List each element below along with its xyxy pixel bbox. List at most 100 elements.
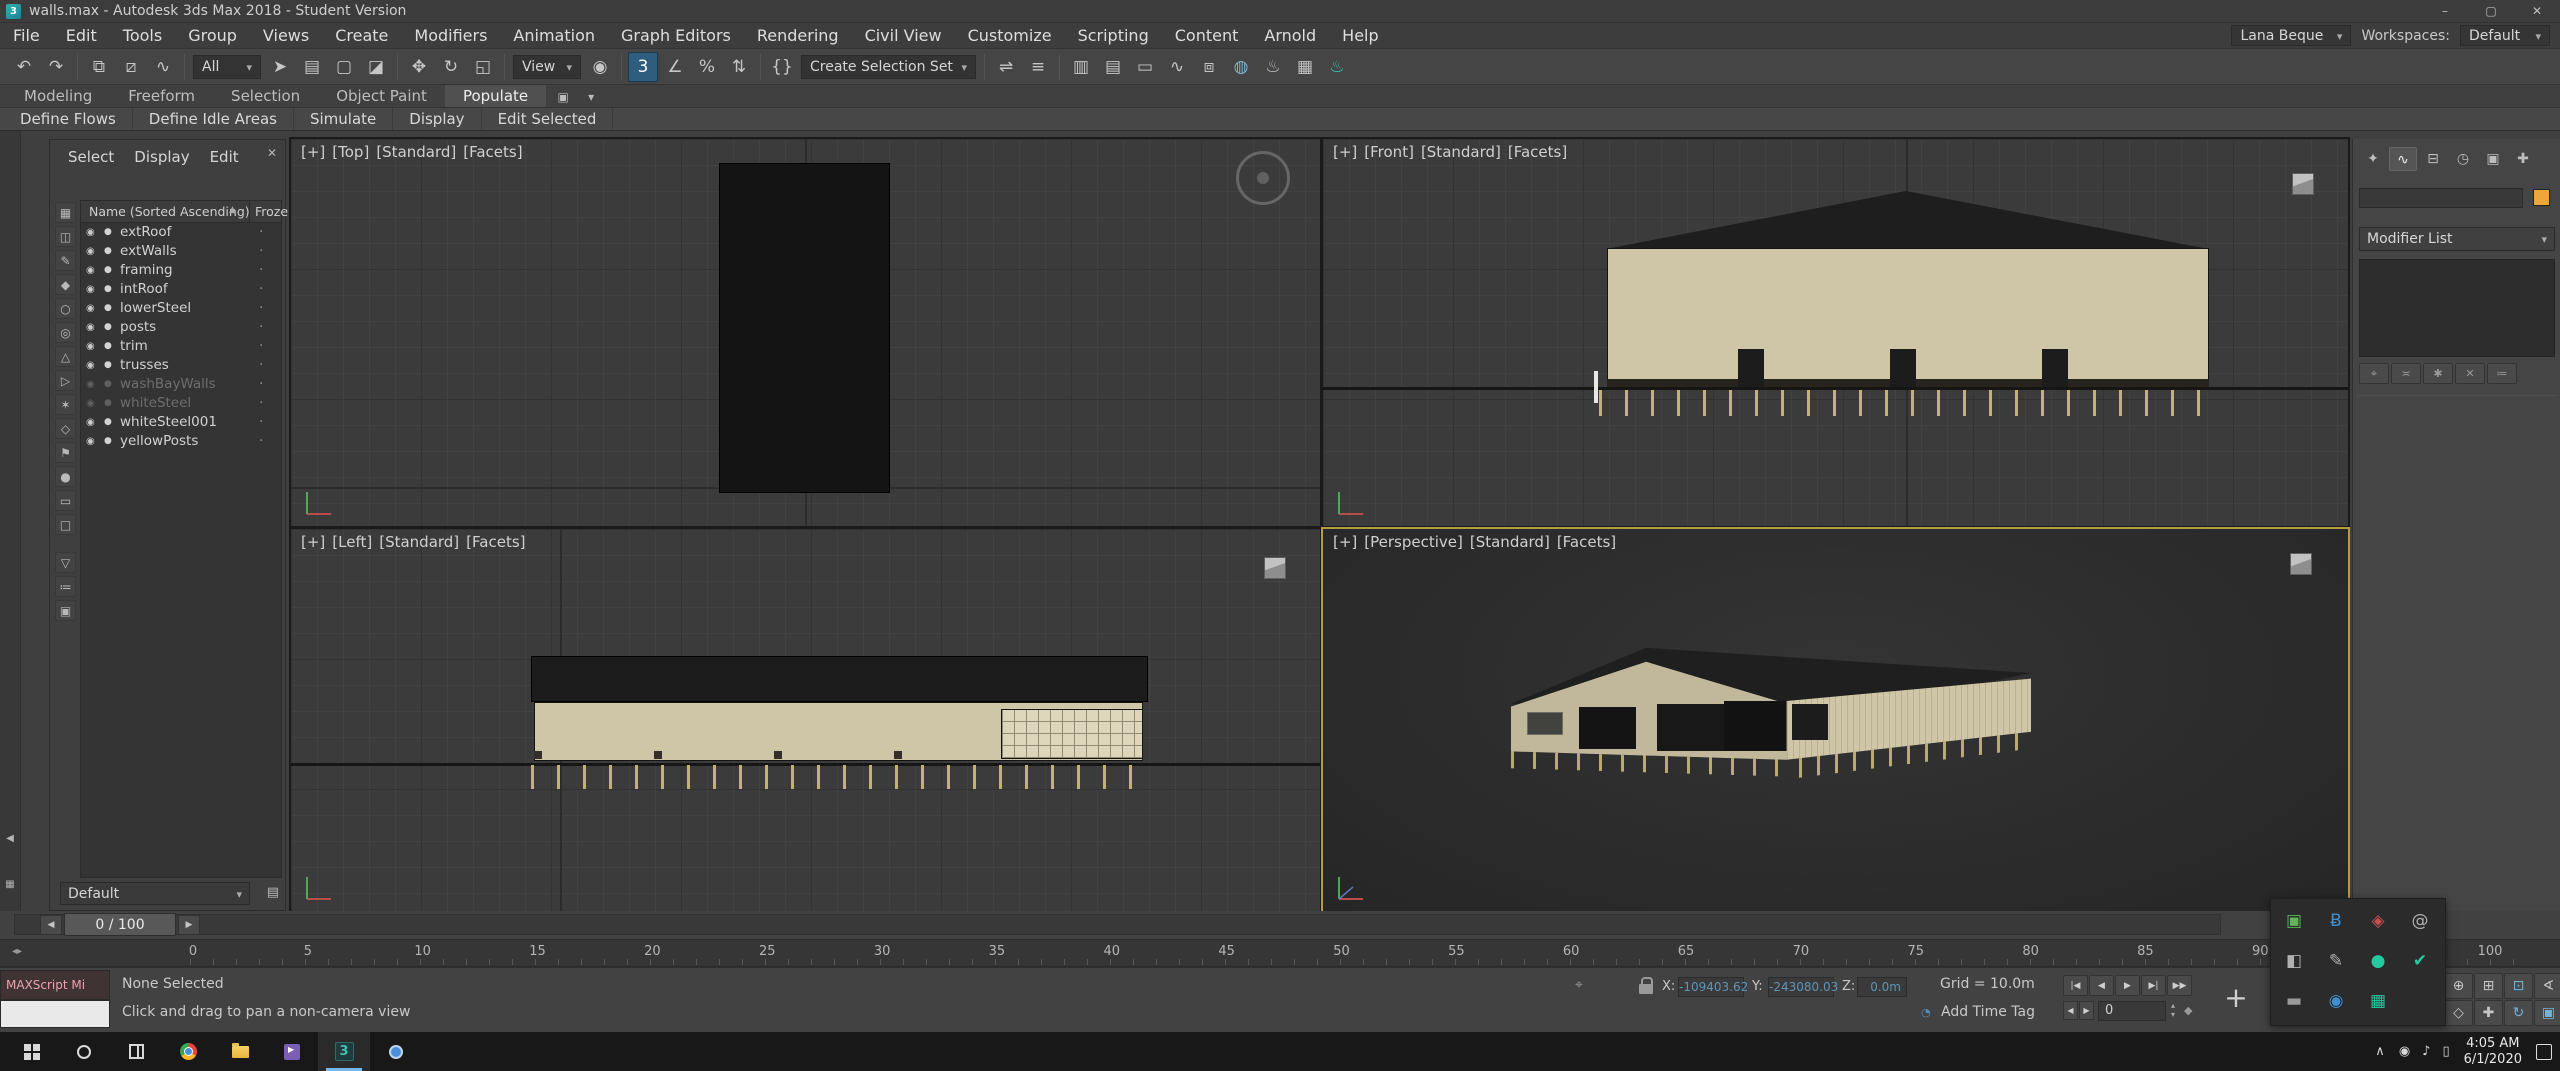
frozen-cell[interactable]: ·	[259, 299, 263, 318]
frozen-cell[interactable]: ·	[259, 356, 263, 375]
unlink-selection-button[interactable]: ⧄	[116, 52, 146, 82]
viewcube[interactable]	[1264, 557, 1286, 579]
explorer-funnel-icon[interactable]: ▽	[55, 552, 76, 573]
ribbon-tab-selection[interactable]: Selection	[213, 85, 318, 107]
3dsmax-taskbar-icon[interactable]: 3	[318, 1032, 370, 1071]
ribbon-tool-simulate[interactable]: Simulate	[294, 108, 393, 130]
percent-snap-toggle-button[interactable]: %	[692, 52, 722, 82]
go-to-start-button[interactable]: |◀	[2063, 975, 2088, 996]
tray-shield-icon[interactable]: ◈	[2357, 901, 2399, 941]
viewcube[interactable]	[2292, 173, 2314, 195]
rendered-frame-window-button[interactable]: ▦	[1290, 52, 1320, 82]
object-name-field[interactable]	[2359, 188, 2523, 208]
building-window-grid[interactable]	[1001, 709, 1143, 759]
macro-recorder-pane[interactable]: MAXScript Mi	[0, 970, 110, 1000]
search-button[interactable]	[58, 1032, 110, 1071]
viewcube[interactable]	[2290, 553, 2312, 575]
visibility-eye-icon[interactable]: ◉	[86, 280, 95, 299]
frozen-cell[interactable]: ·	[259, 413, 263, 432]
task-view-button[interactable]	[110, 1032, 162, 1071]
filter-geometry-icon[interactable]: ◆	[55, 274, 76, 295]
filter-shapes-icon[interactable]: ○	[55, 298, 76, 319]
tray-bluetooth-icon[interactable]: Ƀ	[2315, 901, 2357, 941]
x-coordinate-field[interactable]: -109403.62	[1678, 977, 1744, 997]
zoom-extents-all-button[interactable]: ∢	[2534, 973, 2560, 999]
filter-lights-icon[interactable]: ◎	[55, 322, 76, 343]
undo-button[interactable]: ↶	[9, 52, 39, 82]
next-frame-button[interactable]: ▶|	[2141, 975, 2166, 996]
explorer-hierarchy-icon[interactable]: ◫	[55, 226, 76, 247]
building-door[interactable]	[1738, 349, 1764, 387]
viewport-name-menu[interactable]: [Front]	[1364, 143, 1414, 161]
building-roof-side-view[interactable]	[531, 656, 1148, 702]
ribbon-tab-object-paint[interactable]: Object Paint	[318, 85, 445, 107]
make-unique-button[interactable]: ✱	[2423, 363, 2453, 384]
z-coordinate-field[interactable]: 0.0m	[1857, 977, 1907, 997]
viewport-name-menu[interactable]: [Perspective]	[1364, 533, 1463, 551]
viewport-left[interactable]: [+][Left][Standard][Facets]	[291, 529, 1320, 911]
filter-materials-icon[interactable]: □	[55, 514, 76, 535]
battery-icon[interactable]: ▯	[2442, 1044, 2449, 1059]
start-button[interactable]	[6, 1032, 58, 1071]
current-frame-field[interactable]: 0	[2098, 1001, 2166, 1021]
frozen-cell[interactable]: ·	[259, 432, 263, 451]
ribbon-panel-icon[interactable]: ▣	[552, 87, 574, 107]
display-tab[interactable]: ▣	[2479, 147, 2507, 171]
viewport-layout-tab-icon[interactable]: ▦	[2, 877, 18, 893]
pin-stack-button[interactable]: ⌖	[2359, 363, 2389, 384]
material-editor-button[interactable]: ◍	[1226, 52, 1256, 82]
media-app-icon[interactable]	[266, 1032, 318, 1071]
frozen-cell[interactable]: ·	[259, 318, 263, 337]
edit-named-selection-sets-button[interactable]: {}	[767, 52, 797, 82]
close-button[interactable]: ✕	[2514, 0, 2560, 23]
visibility-eye-icon[interactable]: ◉	[86, 394, 95, 413]
ribbon-tool-edit-selected[interactable]: Edit Selected	[482, 108, 614, 130]
tray-expand-icon[interactable]: ∧	[2375, 1044, 2385, 1059]
motion-tab[interactable]: ◷	[2449, 147, 2477, 171]
visibility-eye-icon[interactable]: ◉	[86, 356, 95, 375]
toggle-layer-explorer-button[interactable]: ▤	[1098, 52, 1128, 82]
visibility-eye-icon[interactable]: ◉	[86, 337, 95, 356]
filter-groups-icon[interactable]: ◇	[55, 418, 76, 439]
modifier-stack[interactable]	[2359, 259, 2555, 357]
viewport-standard-menu[interactable]: [Standard]	[1421, 143, 1501, 161]
filter-containers-icon[interactable]: ▭	[55, 490, 76, 511]
ribbon-tool-define-idle-areas[interactable]: Define Idle Areas	[133, 108, 294, 130]
building-roof-front-view[interactable]	[1606, 191, 2209, 249]
menu-help[interactable]: Help	[1329, 23, 1391, 48]
menu-content[interactable]: Content	[1162, 23, 1252, 48]
menu-arnold[interactable]: Arnold	[1251, 23, 1329, 48]
action-center-icon[interactable]	[2536, 1044, 2552, 1060]
name-column-header[interactable]: Name (Sorted Ascending)	[89, 204, 250, 219]
mirror-button[interactable]: ⇌	[991, 52, 1021, 82]
time-slider-track[interactable]	[14, 914, 2221, 935]
curve-editor-button[interactable]: ∿	[1162, 52, 1192, 82]
maximize-button[interactable]: ▢	[2468, 0, 2514, 23]
spinner-up-icon[interactable]: ▴	[2168, 1001, 2178, 1010]
visibility-eye-icon[interactable]: ◉	[86, 299, 95, 318]
viewport-plus-menu[interactable]: [+]	[301, 533, 325, 551]
explorer-settings-icon[interactable]: ▣	[55, 600, 76, 621]
explorer-sort-icon[interactable]: ▦	[55, 202, 76, 223]
rectangular-selection-region-button[interactable]: ▢	[329, 52, 359, 82]
viewport-perspective[interactable]: [+][Perspective][Standard][Facets]	[1323, 529, 2348, 911]
previous-frame-button[interactable]: ◀	[2089, 975, 2114, 996]
viewport-standard-menu[interactable]: [Standard]	[1470, 533, 1550, 551]
viewport-standard-menu[interactable]: [Standard]	[379, 533, 459, 551]
file-explorer-icon[interactable]	[214, 1032, 266, 1071]
next-frame-arrow[interactable]: ▶	[178, 915, 200, 935]
close-icon[interactable]: ✕	[267, 146, 277, 160]
go-to-end-button[interactable]: ▶▶	[2167, 975, 2192, 996]
filter-bones-icon[interactable]: ●	[55, 466, 76, 487]
taskbar-app-icon-8[interactable]	[370, 1032, 422, 1071]
y-coordinate-field[interactable]: -243080.03	[1768, 977, 1834, 997]
menu-rendering[interactable]: Rendering	[744, 23, 852, 48]
menu-modifiers[interactable]: Modifiers	[401, 23, 500, 48]
selection-lock-icon[interactable]	[1639, 984, 1653, 994]
window-crossing-button[interactable]: ◪	[361, 52, 391, 82]
use-pivot-point-button[interactable]: ◉	[585, 52, 615, 82]
panel-collapse-arrow[interactable]: ◀	[2, 831, 18, 847]
viewcube[interactable]	[1236, 151, 1290, 205]
track-bar-icon[interactable]: ◂▸	[12, 946, 22, 957]
taskbar-clock[interactable]: 4:05 AM 6/1/2020	[2464, 1036, 2522, 1068]
